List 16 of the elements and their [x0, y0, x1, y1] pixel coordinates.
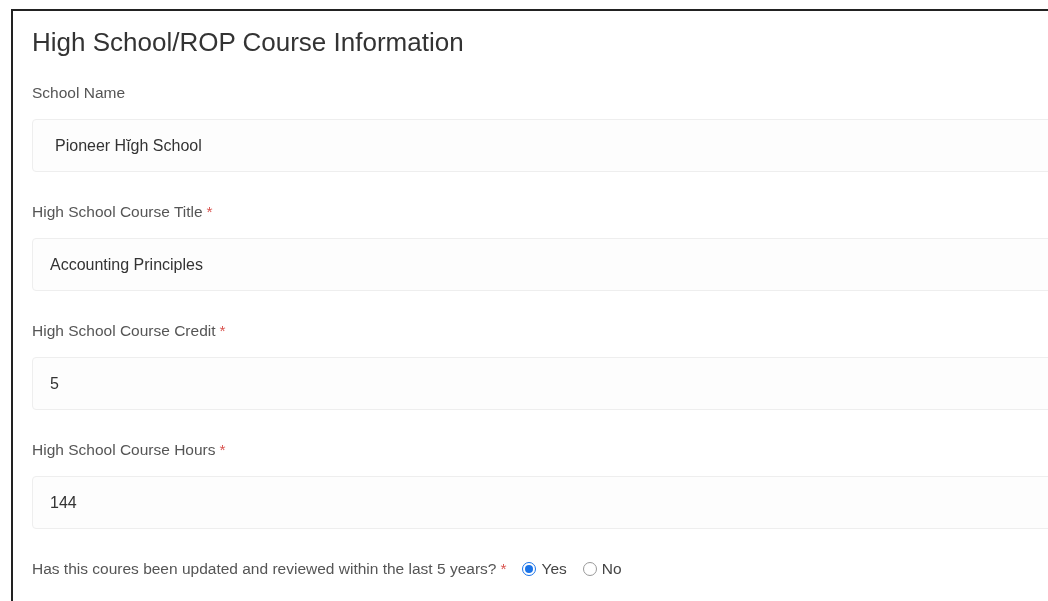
field-label: High School Course Hours — [32, 440, 216, 461]
text-field[interactable]: 5 — [32, 357, 1048, 410]
text-field[interactable]: Accounting Principles — [32, 238, 1048, 291]
required-mark: * — [219, 321, 226, 342]
text-field[interactable]: 144 — [32, 476, 1048, 529]
field-label: School Name — [32, 83, 126, 104]
field-label: High School Course Title — [32, 202, 203, 223]
required-mark: * — [206, 202, 213, 223]
radio-option[interactable]: No — [582, 557, 622, 581]
required-mark: * — [219, 440, 226, 461]
radio-option[interactable]: Yes — [522, 557, 567, 581]
field-label: High School Course Credit — [32, 321, 216, 342]
form-title: High School/ROP Course Information — [32, 26, 464, 58]
question-label: Has this coures been updated and reviewed within the last 5 years? — [32, 559, 497, 579]
text-field[interactable]: Pioneer Hĭgh School — [32, 119, 1048, 172]
required-mark: * — [500, 559, 507, 579]
